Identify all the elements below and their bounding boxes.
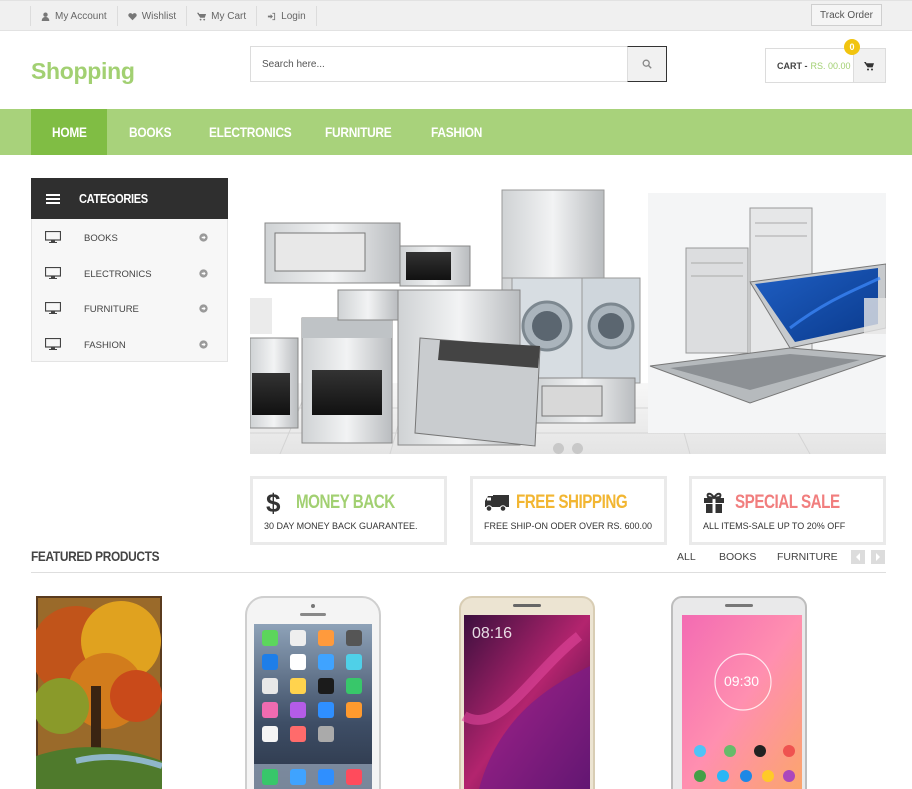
my-account-link[interactable]: My Account [31,6,118,26]
login-label: Login [281,10,306,22]
category-item-furniture[interactable]: FURNITURE [32,292,227,327]
my-cart-label: My Cart [211,10,247,22]
product-image[interactable]: 08:16 [459,596,595,789]
search-icon [642,59,652,69]
categories-list: BOOKS ELECTRONICS FURNITURE FASHION [31,219,228,362]
monitor-icon [45,267,61,279]
promo-title: SPECIAL SALE [735,492,840,513]
slider-dot[interactable] [572,443,583,454]
arrow-right-circle-icon [199,269,208,278]
search-button[interactable] [627,46,667,82]
slider-next-button[interactable] [864,298,886,334]
category-item-electronics[interactable]: ELECTRONICS [32,257,227,292]
monitor-icon [45,338,61,350]
cart-amount: RS. 00.00 [810,60,851,71]
nav-furniture[interactable]: FURNITURE [325,109,403,155]
slider-dot[interactable] [553,443,564,454]
cart-icon [197,12,207,21]
category-item-fashion[interactable]: FASHION [32,328,227,363]
category-item-books[interactable]: BOOKS [32,221,227,256]
promo-subtitle: FREE SHIP-ON ODER OVER RS. 600.00 [484,521,653,531]
my-cart-link[interactable]: My Cart [187,6,258,26]
chevron-right-icon [876,553,880,561]
cart-label: CART - [777,60,808,71]
wishlist-label: Wishlist [141,10,177,22]
monitor-icon [45,231,61,243]
featured-products-title: FEATURED PRODUCTS [31,548,160,564]
monitor-icon [45,302,61,314]
svg-text:$: $ [266,489,281,515]
promo-money-back: $ MONEY BACK 30 DAY MONEY BACK GUARANTEE… [250,476,447,545]
category-label: BOOKS [84,233,118,244]
menu-icon [46,193,60,204]
site-logo[interactable]: Shopping [31,58,135,85]
product-image[interactable] [245,596,381,789]
hero-banner-image [250,178,886,454]
login-icon [268,12,276,20]
nav-books[interactable]: BOOKS [129,109,179,155]
arrow-right-circle-icon [199,233,208,242]
top-links: My Account Wishlist My Cart Login [30,6,317,26]
arrow-right-circle-icon [199,340,208,349]
nav-home[interactable]: HOME [31,109,107,155]
featured-prev-button[interactable] [851,550,865,564]
nav-electronics[interactable]: ELECTRONICS [209,109,306,155]
filter-books[interactable]: BOOKS [719,551,756,563]
promo-title: FREE SHIPPING [516,492,628,513]
category-label: ELECTRONICS [84,269,152,280]
promo-special-sale: SPECIAL SALE ALL ITEMS-SALE UP TO 20% OF… [689,476,886,545]
product-image[interactable] [36,596,162,789]
gift-icon [704,492,724,513]
main-nav: HOME BOOKS ELECTRONICS FURNITURE FASHION [0,109,912,155]
top-bar: My Account Wishlist My Cart Login Track … [0,0,912,31]
search-bar [250,46,667,82]
filter-furniture[interactable]: FURNITURE [777,551,838,563]
category-label: FURNITURE [84,304,139,315]
truck-icon [485,495,509,512]
nav-fashion[interactable]: FASHION [431,109,491,155]
categories-header: CATEGORIES [31,178,228,219]
svg-text:09:30: 09:30 [724,673,759,689]
slider-prev-button[interactable] [250,298,272,334]
svg-text:08:16: 08:16 [472,625,512,642]
login-link[interactable]: Login [257,6,317,26]
featured-next-button[interactable] [871,550,885,564]
chevron-left-icon [856,553,860,561]
promo-free-shipping: FREE SHIPPING FREE SHIP-ON ODER OVER RS.… [470,476,667,545]
heart-icon [128,12,137,20]
wishlist-link[interactable]: Wishlist [118,6,188,26]
category-label: FASHION [84,340,126,351]
my-account-label: My Account [55,10,107,22]
filter-all[interactable]: ALL [677,551,696,563]
search-input[interactable] [251,47,627,81]
categories-title: CATEGORIES [79,191,148,206]
promo-subtitle: 30 DAY MONEY BACK GUARANTEE. [264,521,418,531]
product-image[interactable]: 09:30 [671,596,807,789]
user-icon [41,12,50,21]
cart-icon [864,61,875,70]
promo-title: MONEY BACK [296,492,395,513]
dollar-icon: $ [266,489,281,515]
cart-count-badge: 0 [844,39,860,55]
track-order-button[interactable]: Track Order [811,4,882,26]
header-cart[interactable]: CART - RS. 00.00 [765,48,886,83]
arrow-right-circle-icon [199,304,208,313]
featured-divider [31,572,886,573]
hero-slider[interactable] [250,178,886,454]
promo-subtitle: ALL ITEMS-SALE UP TO 20% OFF [703,521,846,531]
